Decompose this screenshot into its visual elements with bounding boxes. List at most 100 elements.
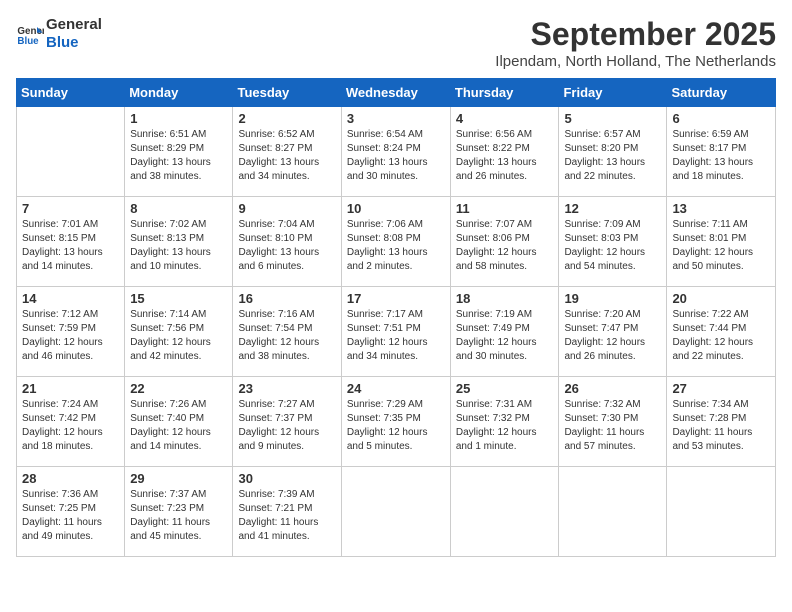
day-number: 16: [238, 291, 335, 306]
day-info: Sunrise: 7:04 AM Sunset: 8:10 PM Dayligh…: [238, 218, 335, 274]
calendar-cell: 14 Sunrise: 7:12 AM Sunset: 7:59 PM Dayli…: [17, 287, 125, 377]
day-number: 8: [130, 201, 227, 216]
calendar-cell: 12 Sunrise: 7:09 AM Sunset: 8:03 PM Dayli…: [559, 197, 667, 287]
calendar-week-5: 28Sunrise: 7:36 AM Sunset: 7:25 PM Dayli…: [17, 467, 776, 557]
calendar-cell: 8 Sunrise: 7:02 AM Sunset: 8:13 PM Daylig…: [125, 197, 233, 287]
day-info: Sunrise: 7:26 AM Sunset: 7:40 PM Dayligh…: [130, 398, 227, 454]
day-info: Sunrise: 7:27 AM Sunset: 7:37 PM Dayligh…: [238, 398, 335, 454]
calendar-week-4: 21Sunrise: 7:24 AM Sunset: 7:42 PM Dayli…: [17, 377, 776, 467]
day-info: Sunrise: 7:29 AM Sunset: 7:35 PM Dayligh…: [347, 398, 445, 454]
calendar-cell: 10 Sunrise: 7:06 AM Sunset: 8:08 PM Dayli…: [341, 197, 450, 287]
day-number: 28: [22, 471, 119, 486]
calendar-title: September 2025: [495, 16, 776, 53]
day-info: Sunrise: 7:07 AM Sunset: 8:06 PM Dayligh…: [456, 218, 554, 274]
svg-text:Blue: Blue: [17, 36, 39, 47]
calendar-cell: 20 Sunrise: 7:22 AM Sunset: 7:44 PM Dayli…: [667, 287, 776, 377]
day-info: Sunrise: 7:39 AM Sunset: 7:21 PM Dayligh…: [238, 488, 335, 544]
header: General Blue General Blue September 2025…: [16, 16, 776, 70]
calendar-cell: 24 Sunrise: 7:29 AM Sunset: 7:35 PM Dayli…: [341, 377, 450, 467]
header-wednesday: Wednesday: [341, 79, 450, 107]
calendar-cell: 26Sunrise: 7:32 AM Sunset: 7:30 PM Dayli…: [559, 377, 667, 467]
day-info: Sunrise: 7:09 AM Sunset: 8:03 PM Dayligh…: [564, 218, 661, 274]
logo: General Blue General Blue: [16, 16, 102, 52]
logo-icon: General Blue: [16, 20, 44, 48]
calendar-cell: [450, 467, 559, 557]
day-number: 17: [347, 291, 445, 306]
calendar-cell: 6Sunrise: 6:59 AM Sunset: 8:17 PM Daylig…: [667, 107, 776, 197]
day-number: 2: [238, 111, 335, 126]
day-number: 29: [130, 471, 227, 486]
day-info: Sunrise: 6:56 AM Sunset: 8:22 PM Dayligh…: [456, 128, 554, 184]
day-number: 19: [564, 291, 661, 306]
day-number: 20: [672, 291, 770, 306]
day-info: Sunrise: 7:22 AM Sunset: 7:44 PM Dayligh…: [672, 308, 770, 364]
calendar-cell: 28Sunrise: 7:36 AM Sunset: 7:25 PM Dayli…: [17, 467, 125, 557]
day-info: Sunrise: 6:51 AM Sunset: 8:29 PM Dayligh…: [130, 128, 227, 184]
header-friday: Friday: [559, 79, 667, 107]
day-info: Sunrise: 7:06 AM Sunset: 8:08 PM Dayligh…: [347, 218, 445, 274]
day-number: 10: [347, 201, 445, 216]
calendar-cell: 25Sunrise: 7:31 AM Sunset: 7:32 PM Dayli…: [450, 377, 559, 467]
calendar-header: Sunday Monday Tuesday Wednesday Thursday…: [17, 79, 776, 107]
header-thursday: Thursday: [450, 79, 559, 107]
calendar-week-3: 14 Sunrise: 7:12 AM Sunset: 7:59 PM Dayli…: [17, 287, 776, 377]
calendar-cell: 19 Sunrise: 7:20 AM Sunset: 7:47 PM Dayli…: [559, 287, 667, 377]
calendar-cell: [559, 467, 667, 557]
day-info: Sunrise: 7:12 AM Sunset: 7:59 PM Dayligh…: [22, 308, 119, 364]
day-info: Sunrise: 7:24 AM Sunset: 7:42 PM Dayligh…: [22, 398, 119, 454]
calendar-cell: 23 Sunrise: 7:27 AM Sunset: 7:37 PM Dayli…: [233, 377, 341, 467]
day-number: 14: [22, 291, 119, 306]
day-number: 30: [238, 471, 335, 486]
calendar-cell: 16 Sunrise: 7:16 AM Sunset: 7:54 PM Dayli…: [233, 287, 341, 377]
calendar-cell: 18Sunrise: 7:19 AM Sunset: 7:49 PM Dayli…: [450, 287, 559, 377]
calendar-table: Sunday Monday Tuesday Wednesday Thursday…: [16, 78, 776, 557]
day-info: Sunrise: 7:02 AM Sunset: 8:13 PM Dayligh…: [130, 218, 227, 274]
day-number: 24: [347, 381, 445, 396]
day-info: Sunrise: 7:20 AM Sunset: 7:47 PM Dayligh…: [564, 308, 661, 364]
day-number: 1: [130, 111, 227, 126]
day-info: Sunrise: 7:31 AM Sunset: 7:32 PM Dayligh…: [456, 398, 554, 454]
calendar-cell: 13Sunrise: 7:11 AM Sunset: 8:01 PM Dayli…: [667, 197, 776, 287]
header-saturday: Saturday: [667, 79, 776, 107]
calendar-cell: [17, 107, 125, 197]
day-info: Sunrise: 6:54 AM Sunset: 8:24 PM Dayligh…: [347, 128, 445, 184]
day-number: 9: [238, 201, 335, 216]
day-number: 15: [130, 291, 227, 306]
header-monday: Monday: [125, 79, 233, 107]
calendar-cell: 15 Sunrise: 7:14 AM Sunset: 7:56 PM Dayli…: [125, 287, 233, 377]
header-tuesday: Tuesday: [233, 79, 341, 107]
day-info: Sunrise: 7:14 AM Sunset: 7:56 PM Dayligh…: [130, 308, 227, 364]
day-info: Sunrise: 7:01 AM Sunset: 8:15 PM Dayligh…: [22, 218, 119, 274]
calendar-cell: 22 Sunrise: 7:26 AM Sunset: 7:40 PM Dayli…: [125, 377, 233, 467]
header-sunday: Sunday: [17, 79, 125, 107]
calendar-cell: 5Sunrise: 6:57 AM Sunset: 8:20 PM Daylig…: [559, 107, 667, 197]
title-area: September 2025 Ilpendam, North Holland, …: [495, 16, 776, 70]
calendar-cell: 30 Sunrise: 7:39 AM Sunset: 7:21 PM Dayli…: [233, 467, 341, 557]
day-info: Sunrise: 7:37 AM Sunset: 7:23 PM Dayligh…: [130, 488, 227, 544]
calendar-cell: 21Sunrise: 7:24 AM Sunset: 7:42 PM Dayli…: [17, 377, 125, 467]
day-number: 23: [238, 381, 335, 396]
day-number: 13: [672, 201, 770, 216]
day-info: Sunrise: 7:34 AM Sunset: 7:28 PM Dayligh…: [672, 398, 770, 454]
day-number: 11: [456, 201, 554, 216]
day-number: 22: [130, 381, 227, 396]
calendar-cell: 27 Sunrise: 7:34 AM Sunset: 7:28 PM Dayli…: [667, 377, 776, 467]
calendar-cell: 11 Sunrise: 7:07 AM Sunset: 8:06 PM Dayli…: [450, 197, 559, 287]
day-info: Sunrise: 7:17 AM Sunset: 7:51 PM Dayligh…: [347, 308, 445, 364]
logo-line2: Blue: [46, 34, 102, 52]
day-number: 12: [564, 201, 661, 216]
day-info: Sunrise: 6:52 AM Sunset: 8:27 PM Dayligh…: [238, 128, 335, 184]
day-info: Sunrise: 6:59 AM Sunset: 8:17 PM Dayligh…: [672, 128, 770, 184]
logo-line1: General: [46, 16, 102, 34]
calendar-cell: [667, 467, 776, 557]
calendar-cell: 1 Sunrise: 6:51 AM Sunset: 8:29 PM Daylig…: [125, 107, 233, 197]
day-info: Sunrise: 7:16 AM Sunset: 7:54 PM Dayligh…: [238, 308, 335, 364]
calendar-cell: 4Sunrise: 6:56 AM Sunset: 8:22 PM Daylig…: [450, 107, 559, 197]
day-info: Sunrise: 6:57 AM Sunset: 8:20 PM Dayligh…: [564, 128, 661, 184]
calendar-week-2: 7Sunrise: 7:01 AM Sunset: 8:15 PM Daylig…: [17, 197, 776, 287]
calendar-week-1: 1 Sunrise: 6:51 AM Sunset: 8:29 PM Daylig…: [17, 107, 776, 197]
day-number: 27: [672, 381, 770, 396]
calendar-cell: 17 Sunrise: 7:17 AM Sunset: 7:51 PM Dayli…: [341, 287, 450, 377]
day-number: 26: [564, 381, 661, 396]
calendar-cell: 7Sunrise: 7:01 AM Sunset: 8:15 PM Daylig…: [17, 197, 125, 287]
